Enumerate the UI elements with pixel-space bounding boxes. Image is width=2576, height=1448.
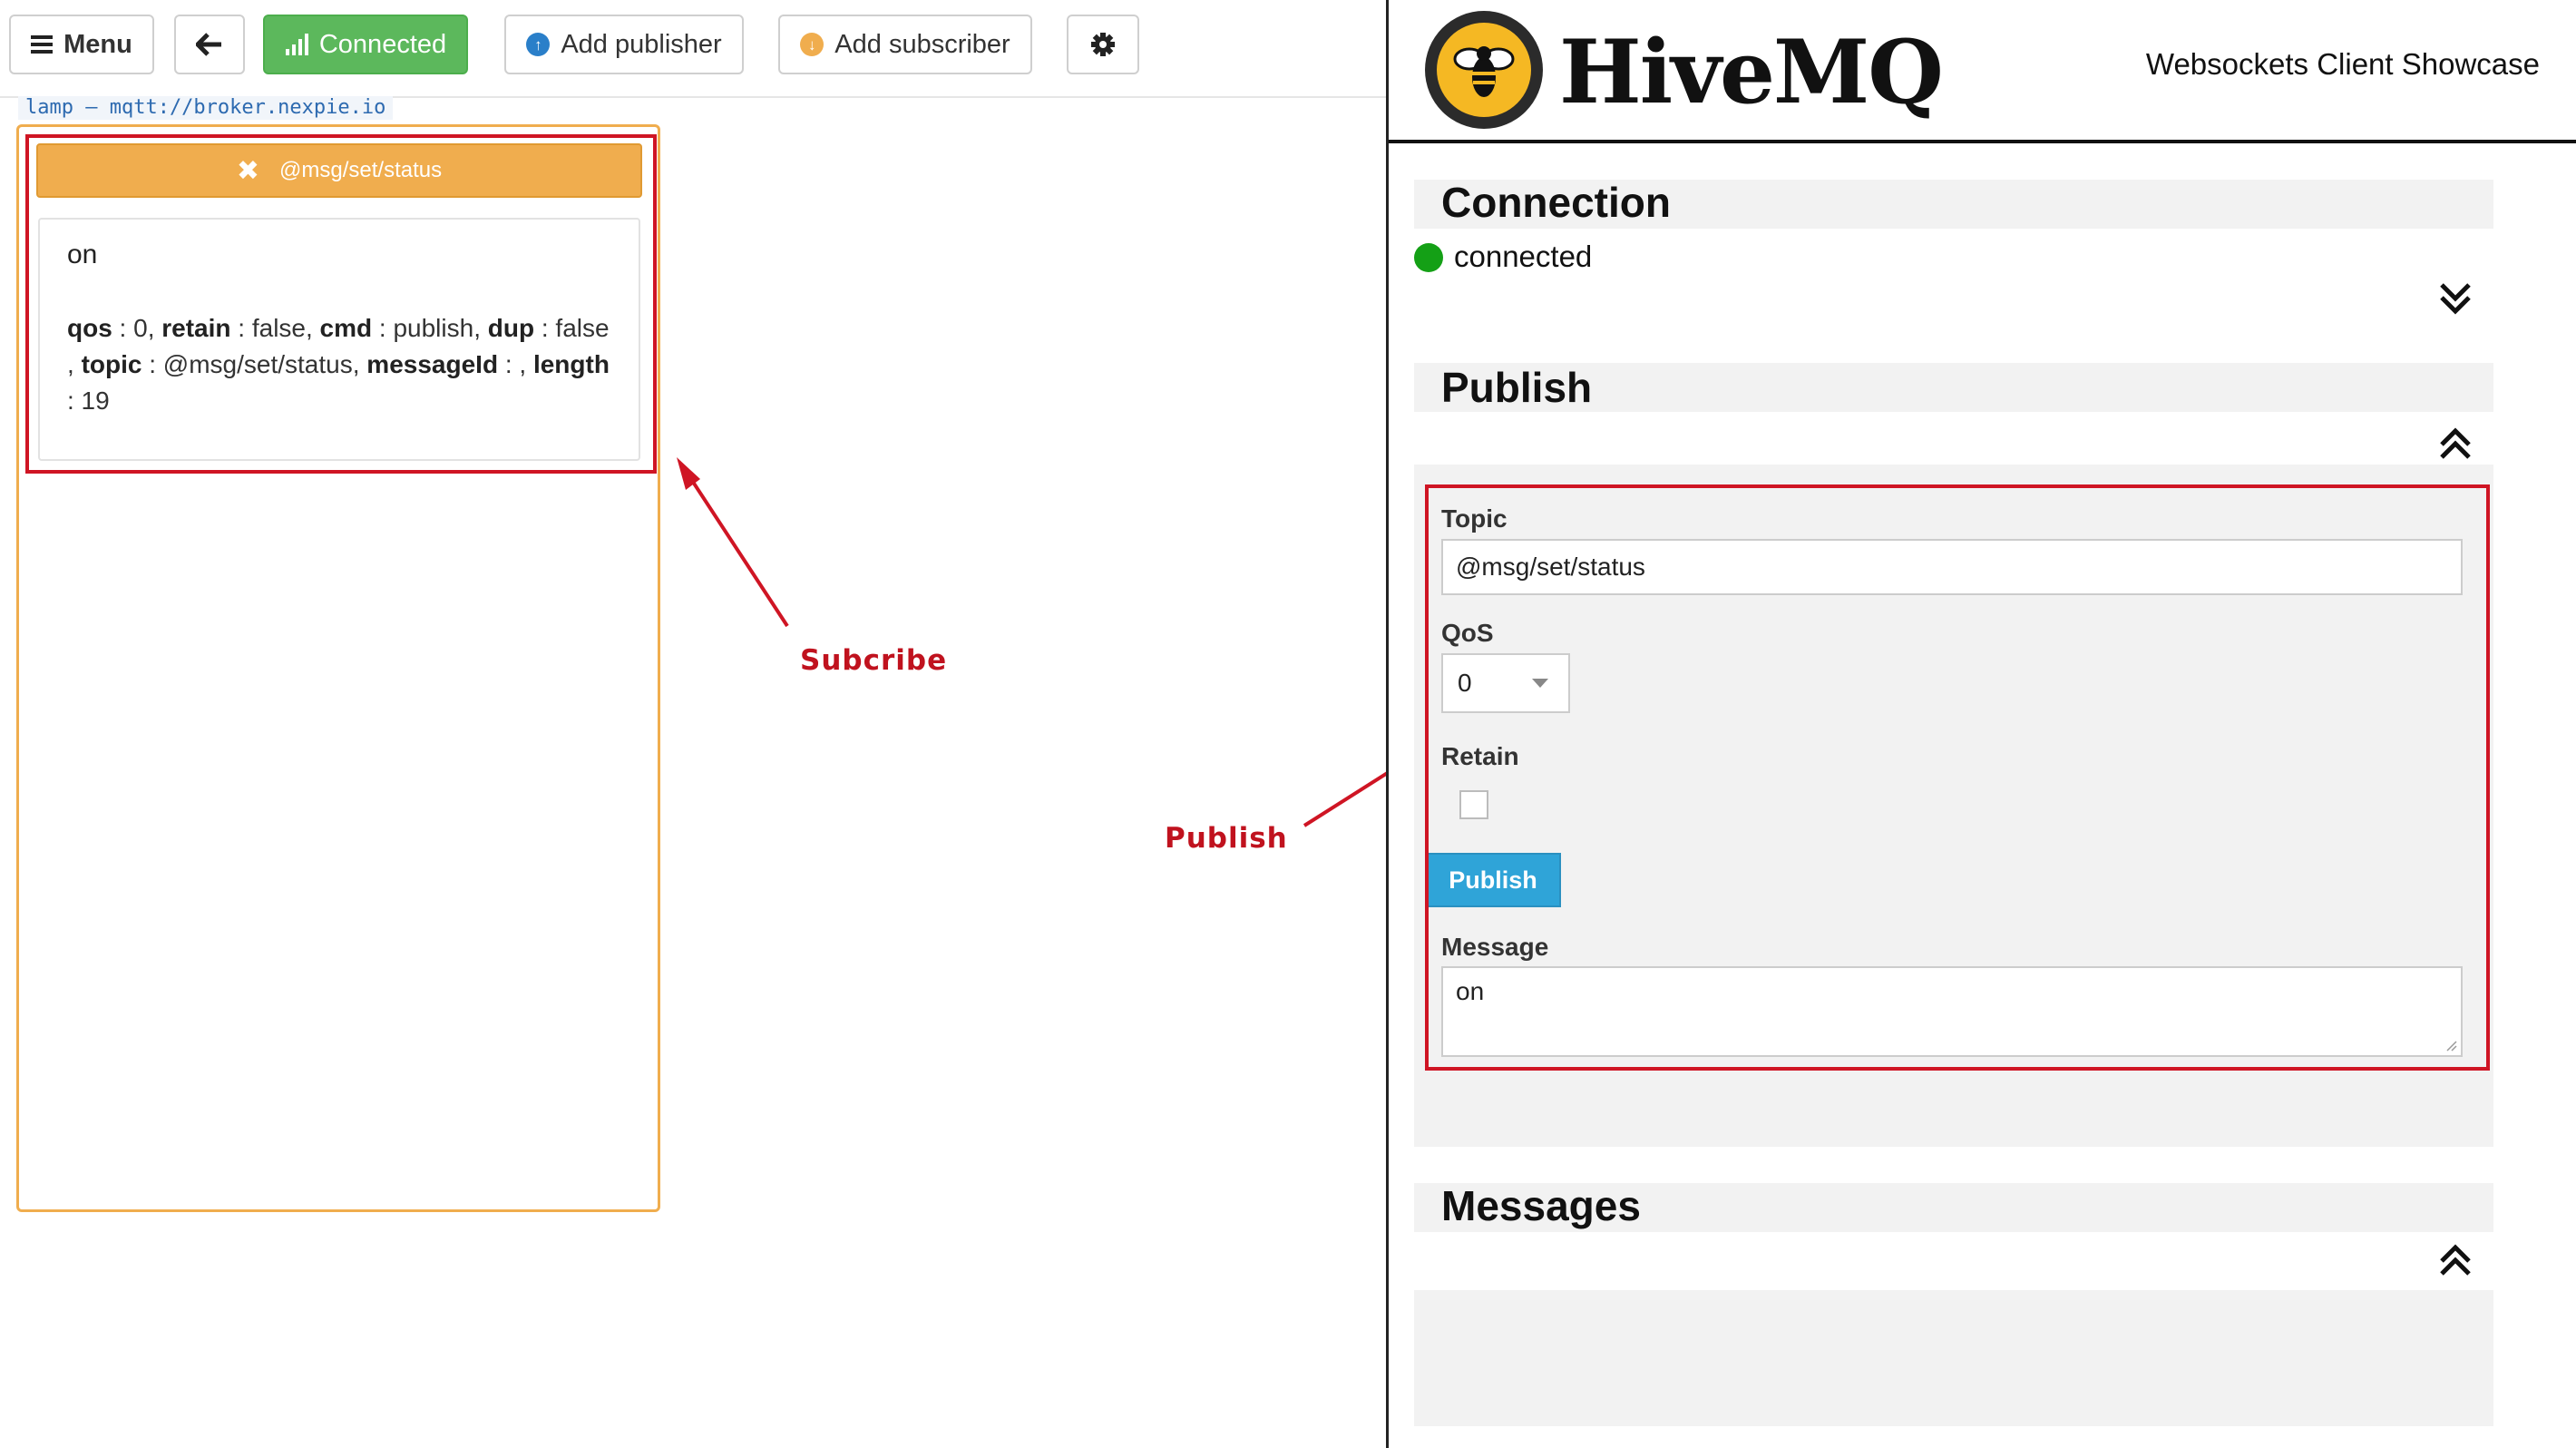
connected-label: Connected — [318, 29, 447, 59]
connection-title: Connection — [1441, 179, 1671, 226]
messages-list — [1414, 1290, 2493, 1426]
hivemq-logo-text: HiveMQ — [1559, 21, 1944, 123]
messages-title: Messages — [1441, 1182, 1641, 1229]
subscribe-highlight-box — [25, 134, 657, 474]
add-subscriber-button[interactable]: ↓ Add subscriber — [778, 15, 1032, 74]
hivemq-client: HiveMQ Websockets Client Showcase Connec… — [1389, 0, 2576, 1448]
connection-label: lamp – mqtt://broker.nexpie.io — [18, 96, 394, 120]
connected-button[interactable]: Connected — [263, 15, 468, 74]
toolbar: Menu Connected ↑ Add publisher ↓ Add sub… — [0, 0, 1386, 98]
chevron-double-up-icon[interactable] — [2436, 1241, 2474, 1279]
menu-icon — [31, 34, 54, 54]
status-dot-icon — [1414, 243, 1443, 272]
hivemq-subtitle: Websockets Client Showcase — [2145, 47, 2540, 81]
bee-logo-icon — [1425, 11, 1543, 129]
download-circle-icon: ↓ — [800, 33, 825, 56]
signal-bars-icon — [285, 33, 308, 56]
publish-title: Publish — [1441, 364, 1593, 411]
add-publisher-button[interactable]: ↑ Add publisher — [504, 15, 744, 74]
mqtt-box-app: Menu Connected ↑ Add publisher ↓ Add sub… — [0, 0, 1386, 1448]
gear-icon — [1090, 32, 1116, 57]
menu-button[interactable]: Menu — [9, 15, 154, 74]
arrow-left-icon — [196, 33, 223, 56]
publish-highlight-box — [1425, 484, 2490, 1071]
chevron-double-up-icon[interactable] — [2436, 425, 2474, 463]
add-subscriber-label: Add subscriber — [834, 29, 1010, 59]
settings-button[interactable] — [1067, 15, 1139, 74]
publish-annotation: Publish — [1165, 822, 1288, 855]
menu-label: Menu — [63, 29, 132, 59]
chevron-double-down-icon[interactable] — [2436, 279, 2474, 318]
add-publisher-label: Add publisher — [561, 29, 722, 59]
subscribe-annotation: Subcribe — [800, 644, 948, 677]
back-button[interactable] — [174, 15, 245, 74]
hivemq-header: HiveMQ Websockets Client Showcase — [1389, 0, 2576, 143]
connection-status: connected — [1454, 240, 1593, 273]
upload-circle-icon: ↑ — [526, 33, 551, 56]
